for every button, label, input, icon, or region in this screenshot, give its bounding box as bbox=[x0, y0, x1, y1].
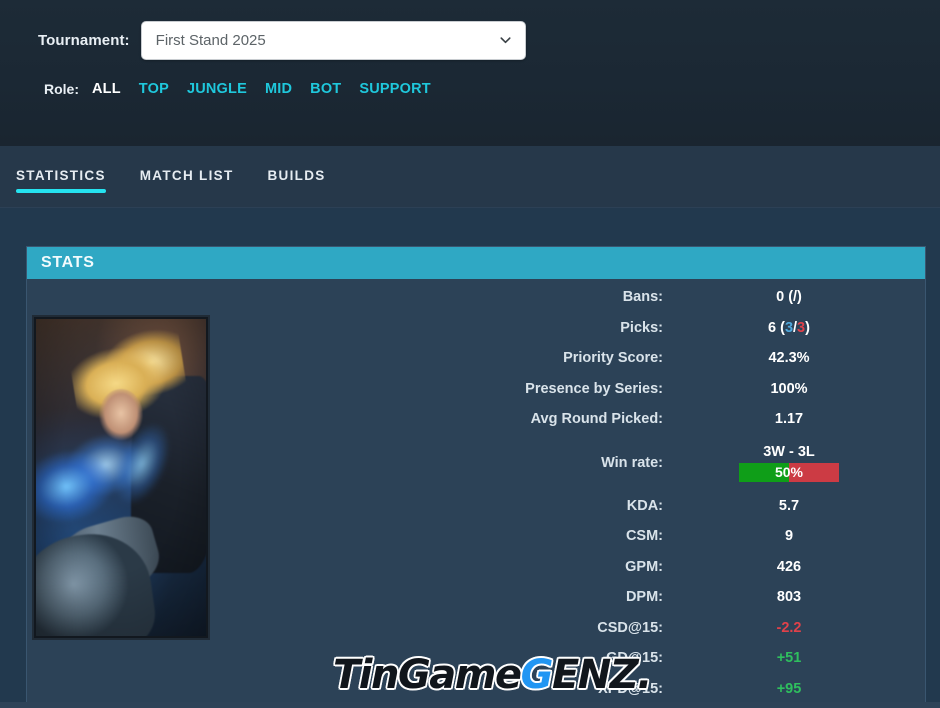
stats-card: STATS Bans: 0 (/) Picks: 6 (3/3) Priorit… bbox=[26, 246, 926, 708]
win-rate-record: 3W - 3L bbox=[763, 443, 815, 460]
stat-row-kda: KDA: 5.7 bbox=[365, 491, 925, 522]
win-rate-percent: 50% bbox=[774, 464, 804, 480]
win-rate-bar: 50% bbox=[739, 462, 839, 482]
stat-value-xpd15: +95 bbox=[776, 680, 802, 697]
stat-label-presence-by-series: Presence by Series: bbox=[525, 380, 663, 397]
tournament-select-wrapper[interactable]: First Stand 2025 bbox=[140, 20, 526, 60]
stats-card-body: Bans: 0 (/) Picks: 6 (3/3) Priority Scor… bbox=[27, 279, 925, 708]
stat-value-picks: 6 (3/3) bbox=[675, 320, 903, 336]
stat-value-csd15: -2.2 bbox=[776, 619, 802, 636]
role-filter-row: Role: ALL TOP JUNGLE MID BOT SUPPORT bbox=[0, 77, 940, 101]
stats-card-title: STATS bbox=[41, 254, 95, 271]
tab-builds[interactable]: BUILDS bbox=[268, 168, 326, 203]
stat-label-avg-round-picked: Avg Round Picked: bbox=[530, 411, 663, 428]
role-filter-bot[interactable]: BOT bbox=[310, 81, 341, 97]
stat-value-kda: 5.7 bbox=[778, 497, 800, 514]
stat-label-win-rate: Win rate: bbox=[601, 454, 663, 471]
stat-row-picks: Picks: 6 (3/3) bbox=[365, 313, 925, 344]
stat-label-priority-score: Priority Score: bbox=[563, 350, 663, 367]
stat-value-bans: 0 (/) bbox=[776, 289, 802, 306]
stat-value-avg-round-picked: 1.17 bbox=[774, 411, 804, 428]
stat-label-csm: CSM: bbox=[625, 528, 663, 545]
stat-value-gd15: +51 bbox=[776, 650, 802, 667]
stat-label-bans: Bans: bbox=[622, 289, 663, 306]
stat-row-csd15: CSD@15: -2.2 bbox=[365, 613, 925, 644]
champion-splash-art bbox=[36, 319, 206, 636]
stat-value-presence-by-series: 100% bbox=[770, 380, 808, 397]
stat-row-bans: Bans: 0 (/) bbox=[365, 282, 925, 313]
role-filter-all[interactable]: ALL bbox=[92, 81, 121, 97]
win-rate-group: 3W - 3L 50% bbox=[675, 444, 903, 482]
stat-label-kda: KDA: bbox=[626, 497, 663, 514]
stat-row-dpm: DPM: 803 bbox=[365, 582, 925, 613]
role-label: Role: bbox=[44, 81, 79, 97]
stat-value-csm: 9 bbox=[784, 528, 794, 545]
stat-value-priority-score: 42.3% bbox=[768, 350, 810, 367]
stat-value-gpm: 426 bbox=[776, 558, 802, 575]
stat-row-xpd15: XPD@15: +95 bbox=[365, 674, 925, 705]
stat-label-gpm: GPM: bbox=[625, 558, 663, 575]
content-area: STATS Bans: 0 (/) Picks: 6 (3/3) Priorit… bbox=[0, 208, 940, 708]
stat-label-gd15: GD@15: bbox=[606, 650, 663, 667]
picks-blue-side: 3 bbox=[784, 319, 794, 336]
stat-label-dpm: DPM: bbox=[625, 589, 663, 606]
picks-close-paren: ) bbox=[805, 319, 810, 336]
picks-total: 6 ( bbox=[768, 319, 785, 336]
filter-bar: Tournament: First Stand 2025 Role: ALL T… bbox=[0, 0, 940, 146]
stat-row-presence-by-series: Presence by Series: 100% bbox=[365, 374, 925, 405]
tab-statistics[interactable]: STATISTICS bbox=[16, 168, 106, 203]
role-filter-support[interactable]: SUPPORT bbox=[359, 81, 431, 97]
stat-row-csm: CSM: 9 bbox=[365, 521, 925, 552]
tournament-filter-row: Tournament: First Stand 2025 bbox=[0, 20, 940, 60]
stat-row-gpm: GPM: 426 bbox=[365, 552, 925, 583]
tab-match-list[interactable]: MATCH LIST bbox=[140, 168, 234, 203]
role-filter-top[interactable]: TOP bbox=[139, 81, 169, 97]
champion-splash-frame bbox=[32, 315, 210, 640]
tournament-label: Tournament: bbox=[38, 31, 130, 49]
stat-row-gd15: GD@15: +51 bbox=[365, 643, 925, 674]
stat-label-xpd15: XPD@15: bbox=[598, 680, 663, 697]
stat-label-picks: Picks: bbox=[620, 319, 663, 336]
picks-red-side: 3 bbox=[797, 319, 806, 336]
role-filter-jungle[interactable]: JUNGLE bbox=[187, 81, 247, 97]
stat-row-priority-score: Priority Score: 42.3% bbox=[365, 343, 925, 374]
tournament-select[interactable]: First Stand 2025 bbox=[140, 20, 526, 60]
role-filter-mid[interactable]: MID bbox=[265, 81, 292, 97]
stats-list: Bans: 0 (/) Picks: 6 (3/3) Priority Scor… bbox=[365, 279, 925, 704]
tab-bar: STATISTICS MATCH LIST BUILDS bbox=[0, 146, 940, 208]
stats-card-header: STATS bbox=[27, 247, 925, 279]
stat-row-win-rate: Win rate: 3W - 3L 50% bbox=[365, 435, 925, 491]
stat-value-dpm: 803 bbox=[776, 589, 802, 606]
bottom-strip bbox=[0, 702, 940, 708]
stat-row-avg-round-picked: Avg Round Picked: 1.17 bbox=[365, 404, 925, 435]
stat-label-csd15: CSD@15: bbox=[597, 619, 663, 636]
